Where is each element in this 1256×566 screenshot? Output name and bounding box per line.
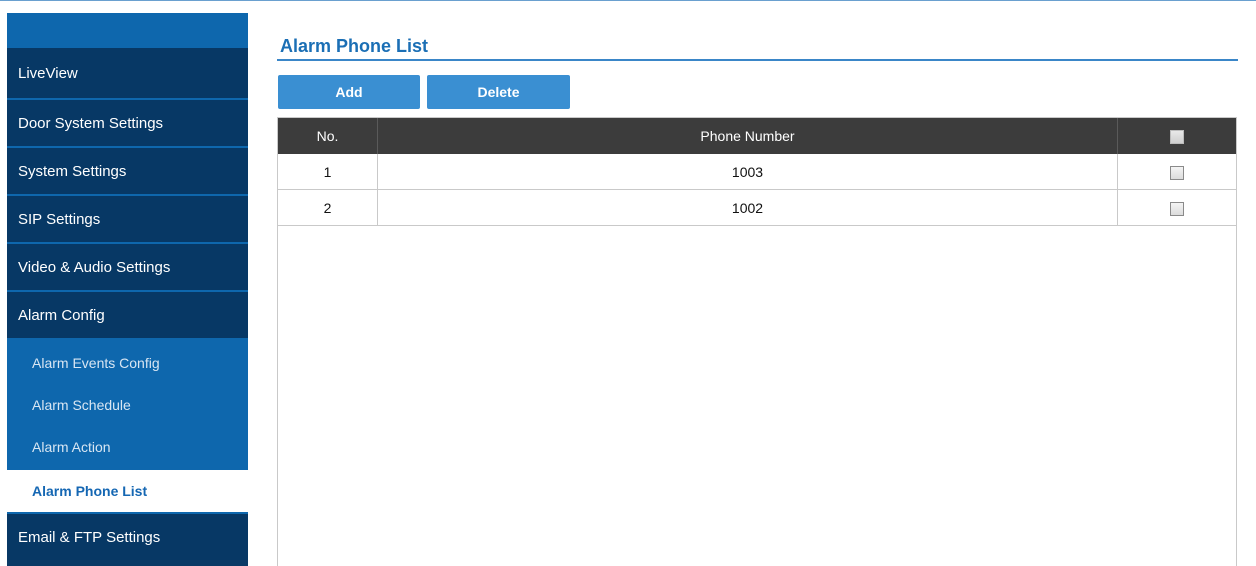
alarm-config-submenu: Alarm Events Config Alarm Schedule Alarm… [7,338,248,512]
phone-list-table-container: No. Phone Number 1 1003 2 1002 [277,117,1237,566]
submenu-item-alarm-action[interactable]: Alarm Action [7,426,248,468]
sidebar-item-alarm-config[interactable]: Alarm Config [7,290,248,338]
add-button[interactable]: Add [278,75,420,109]
row-phone-number: 1003 [377,154,1118,190]
sidebar-item-video-audio-settings[interactable]: Video & Audio Settings [7,242,248,290]
sidebar: LiveView Door System Settings System Set… [7,13,248,566]
submenu-item-label: Alarm Phone List [32,483,148,499]
row-select-cell [1117,154,1236,190]
table-row: 2 1002 [278,189,1236,226]
row-checkbox[interactable] [1170,165,1184,180]
sidebar-item-label: LiveView [18,64,78,82]
sidebar-item-system-settings[interactable]: System Settings [7,146,248,194]
submenu-item-alarm-schedule[interactable]: Alarm Schedule [7,384,248,426]
sidebar-item-label: Door System Settings [18,114,164,132]
delete-button[interactable]: Delete [427,75,570,109]
submenu-item-label: Alarm Events Config [32,355,160,371]
sidebar-item-label: Email & FTP Settings [18,528,161,546]
column-header-phone-number: Phone Number [377,118,1118,154]
sidebar-item-label: Video & Audio Settings [18,258,171,276]
table-header-row: No. Phone Number [278,118,1236,154]
page-title: Alarm Phone List [280,36,429,56]
sidebar-item-liveview[interactable]: LiveView [7,48,248,98]
sidebar-item-door-system-settings[interactable]: Door System Settings [7,98,248,146]
sidebar-item-label: Alarm Config [18,306,105,324]
select-all-checkbox[interactable] [1170,130,1184,145]
column-header-no: No. [278,118,378,154]
sidebar-item-label: SIP Settings [18,210,101,228]
column-header-select [1117,118,1236,154]
row-phone-number: 1002 [377,189,1118,226]
main-content: Alarm Phone List Add Delete No. Phone Nu… [277,0,1246,566]
sidebar-item-label: System Settings [18,162,127,180]
row-number: 2 [278,189,378,226]
submenu-item-label: Alarm Action [32,439,111,455]
sidebar-item-email-ftp-settings[interactable]: Email & FTP Settings [7,512,248,560]
submenu-item-alarm-phone-list[interactable]: Alarm Phone List [7,470,248,512]
phone-list-table: No. Phone Number 1 1003 2 1002 [278,118,1236,226]
row-select-cell [1117,189,1236,226]
sidebar-header [7,13,248,48]
sidebar-item-sip-settings[interactable]: SIP Settings [7,194,248,242]
submenu-item-label: Alarm Schedule [32,397,131,413]
submenu-item-alarm-events-config[interactable]: Alarm Events Config [7,342,248,384]
row-number: 1 [278,154,378,190]
title-divider [277,59,1238,61]
table-row: 1 1003 [278,154,1236,190]
row-checkbox[interactable] [1170,201,1184,216]
